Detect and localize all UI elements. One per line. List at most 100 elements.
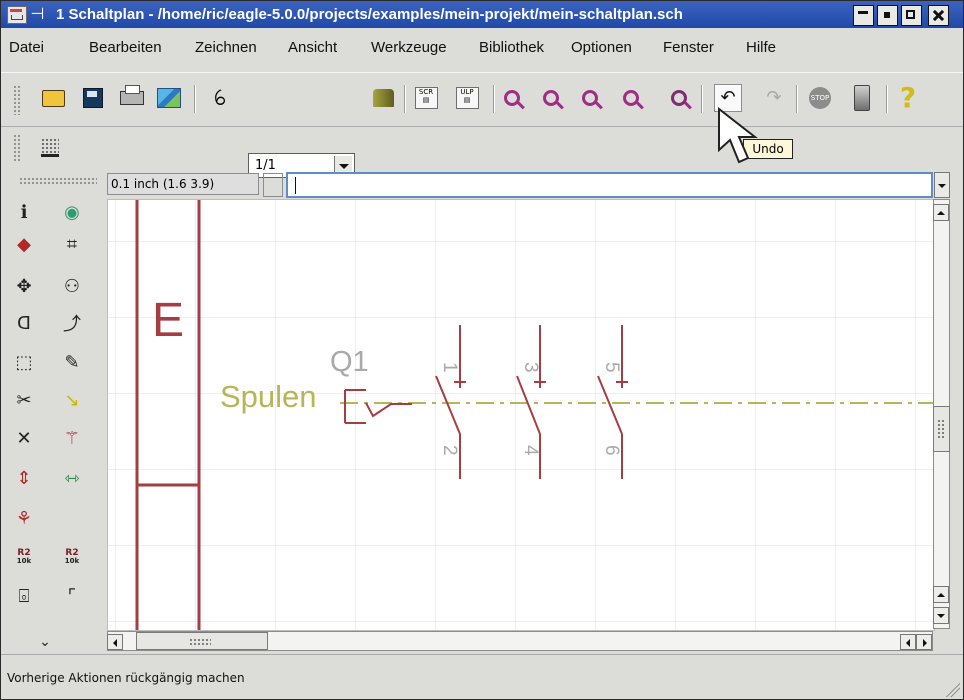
menu-werkzeuge[interactable]: Werkzeuge bbox=[371, 39, 447, 56]
zoom-out-icon[interactable] bbox=[576, 84, 604, 112]
close-button[interactable] bbox=[928, 5, 949, 26]
show-eye-icon[interactable]: ◉ bbox=[59, 199, 85, 225]
rotate-icon[interactable]: ⤴ bbox=[59, 310, 85, 336]
pin-label-2: 2 bbox=[439, 445, 460, 456]
title-bar[interactable]: ⊣ 1 Schaltplan - /home/ric/eagle-5.0.0/p… bbox=[1, 1, 963, 28]
sheet-select-icon[interactable]: ꕃ bbox=[206, 84, 234, 112]
secondary-toolbar-grip[interactable] bbox=[13, 134, 20, 161]
pin-label-3: 3 bbox=[520, 362, 541, 373]
command-line-input[interactable] bbox=[286, 172, 933, 198]
paste-icon[interactable]: ↘ bbox=[59, 387, 85, 413]
frame-letter: E bbox=[152, 294, 184, 347]
mark-icon[interactable]: ⌗ bbox=[59, 231, 85, 257]
coordinate-spacer bbox=[263, 173, 283, 197]
info-icon[interactable]: ℹ bbox=[11, 199, 37, 225]
menu-zeichnen[interactable]: Zeichnen bbox=[195, 39, 257, 56]
scroll-up-arrow-lower[interactable] bbox=[933, 586, 949, 603]
net-label: Spulen bbox=[220, 379, 317, 414]
restore-button[interactable] bbox=[877, 5, 898, 26]
zoom-fit-icon[interactable] bbox=[498, 84, 526, 112]
status-message: Vorherige Aktionen rückgängig machen bbox=[7, 671, 245, 685]
display-layers-icon[interactable]: ◆ bbox=[11, 231, 37, 257]
pin-label-1: 1 bbox=[439, 362, 460, 373]
pin-label-5: 5 bbox=[601, 362, 622, 373]
gateswap-icon[interactable]: ⇿ bbox=[59, 465, 85, 491]
grid-coordinate-readout: 0.1 inch (1.6 3.9) bbox=[107, 173, 259, 195]
zoom-area-icon[interactable] bbox=[617, 84, 645, 112]
toolbar-separator bbox=[194, 85, 195, 113]
vertical-scroll-thumb[interactable] bbox=[933, 406, 950, 452]
scroll-down-arrow[interactable] bbox=[933, 607, 949, 624]
go-icon[interactable] bbox=[848, 84, 876, 112]
toolbar-grip[interactable] bbox=[13, 85, 20, 115]
schematic-drawing[interactable]: E Spulen Q1 1 2 3 4 5 6 bbox=[108, 200, 934, 630]
ulp-icon[interactable]: ULP ▤ bbox=[453, 84, 481, 112]
status-bar: Vorherige Aktionen rückgängig machen bbox=[1, 654, 963, 700]
toolbar-separator bbox=[796, 85, 797, 113]
coordinate-grip bbox=[19, 177, 97, 184]
replace-icon[interactable]: ⚘ bbox=[11, 505, 37, 531]
group-icon[interactable]: ⬚ bbox=[11, 349, 37, 375]
scroll-up-arrow[interactable] bbox=[933, 204, 949, 221]
scroll-right-arrow[interactable] bbox=[916, 634, 932, 650]
eagle-schematic-window: ⊣ 1 Schaltplan - /home/ric/eagle-5.0.0/p… bbox=[0, 0, 964, 700]
menu-fenster[interactable]: Fenster bbox=[663, 39, 714, 56]
eagle-app-icon bbox=[7, 6, 27, 24]
script-icon[interactable]: SCR ▤ bbox=[412, 84, 440, 112]
pin-label-4: 4 bbox=[520, 445, 541, 456]
toolbar-separator bbox=[701, 85, 702, 113]
help-icon[interactable]: ? bbox=[894, 83, 922, 113]
menu-bar: Datei Bearbeiten Zeichnen Ansicht Werkze… bbox=[1, 29, 963, 69]
smash-icon[interactable]: ⌻ bbox=[11, 583, 37, 609]
name-icon[interactable]: R2 10k bbox=[11, 544, 37, 570]
schematic-canvas[interactable]: E Spulen Q1 1 2 3 4 5 6 bbox=[107, 199, 935, 631]
menu-bibliothek[interactable]: Bibliothek bbox=[479, 39, 544, 56]
delete-icon[interactable]: ✕ bbox=[11, 425, 37, 451]
save-floppy-icon[interactable] bbox=[79, 84, 107, 112]
window-resize-grip[interactable] bbox=[944, 681, 960, 697]
change-icon[interactable]: ✎ bbox=[59, 349, 85, 375]
redo-icon: ↷ bbox=[766, 87, 782, 108]
maximize-button[interactable] bbox=[901, 5, 922, 26]
menu-bearbeiten[interactable]: Bearbeiten bbox=[89, 39, 162, 56]
menu-hilfe[interactable]: Hilfe bbox=[746, 39, 776, 56]
move-icon[interactable]: ✥ bbox=[11, 273, 37, 299]
print-icon[interactable] bbox=[118, 84, 146, 112]
library-icon[interactable] bbox=[369, 84, 397, 112]
grid-icon[interactable] bbox=[36, 133, 64, 161]
undo-icon: ↶ bbox=[720, 87, 736, 108]
toolbar-separator bbox=[404, 85, 405, 113]
window-menu-icon[interactable]: ⊣ bbox=[29, 5, 46, 23]
add-icon[interactable]: ⚚ bbox=[59, 425, 85, 451]
stop-icon[interactable]: STOP bbox=[806, 84, 834, 112]
window-title: 1 Schaltplan - /home/ric/eagle-5.0.0/pro… bbox=[56, 6, 683, 23]
value-icon[interactable]: R2 10k bbox=[59, 544, 85, 570]
menu-datei[interactable]: Datei bbox=[9, 39, 44, 56]
main-toolbar: ꕃ 1/1 SCR ▤ ULP ▤ ↶ ↷ STOP ? bbox=[1, 72, 963, 178]
secondary-toolbar bbox=[1, 127, 963, 168]
part-name: Q1 bbox=[330, 346, 369, 378]
mouse-cursor-icon bbox=[718, 107, 758, 164]
more-tools-icon[interactable]: ⌄ bbox=[32, 629, 58, 655]
pin-label-6: 6 bbox=[601, 445, 622, 456]
command-history-arrow[interactable] bbox=[934, 172, 950, 198]
toolbar-separator bbox=[493, 85, 494, 113]
toolbar-separator bbox=[886, 85, 887, 113]
cam-processor-icon[interactable] bbox=[155, 84, 183, 112]
menu-ansicht[interactable]: Ansicht bbox=[288, 39, 337, 56]
drawing-toolbar: ℹ ◉ ◆ ⌗ ✥ ⚇ ᗡ ⤴ ⬚ ✎ ✂ ↘ ✕ ⚚ ⇕ ⇿ ⚘ R2 10k … bbox=[1, 199, 102, 651]
copy-icon[interactable]: ⚇ bbox=[59, 273, 85, 299]
scroll-left-arrow-lower[interactable] bbox=[900, 634, 916, 650]
redraw-icon[interactable] bbox=[665, 84, 693, 112]
horizontal-scroll-thumb[interactable] bbox=[136, 632, 268, 650]
menu-optionen[interactable]: Optionen bbox=[571, 39, 632, 56]
redo-button[interactable]: ↷ bbox=[760, 84, 788, 112]
scroll-left-arrow[interactable] bbox=[107, 634, 123, 650]
minimize-button[interactable] bbox=[853, 5, 874, 26]
zoom-in-icon[interactable] bbox=[537, 84, 565, 112]
open-folder-icon[interactable] bbox=[39, 84, 67, 112]
miter-icon[interactable]: ⌜ bbox=[59, 583, 85, 609]
cut-icon[interactable]: ✂ bbox=[11, 387, 37, 413]
pinswap-icon[interactable]: ⇕ bbox=[11, 465, 37, 491]
mirror-icon[interactable]: ᗡ bbox=[11, 310, 37, 336]
